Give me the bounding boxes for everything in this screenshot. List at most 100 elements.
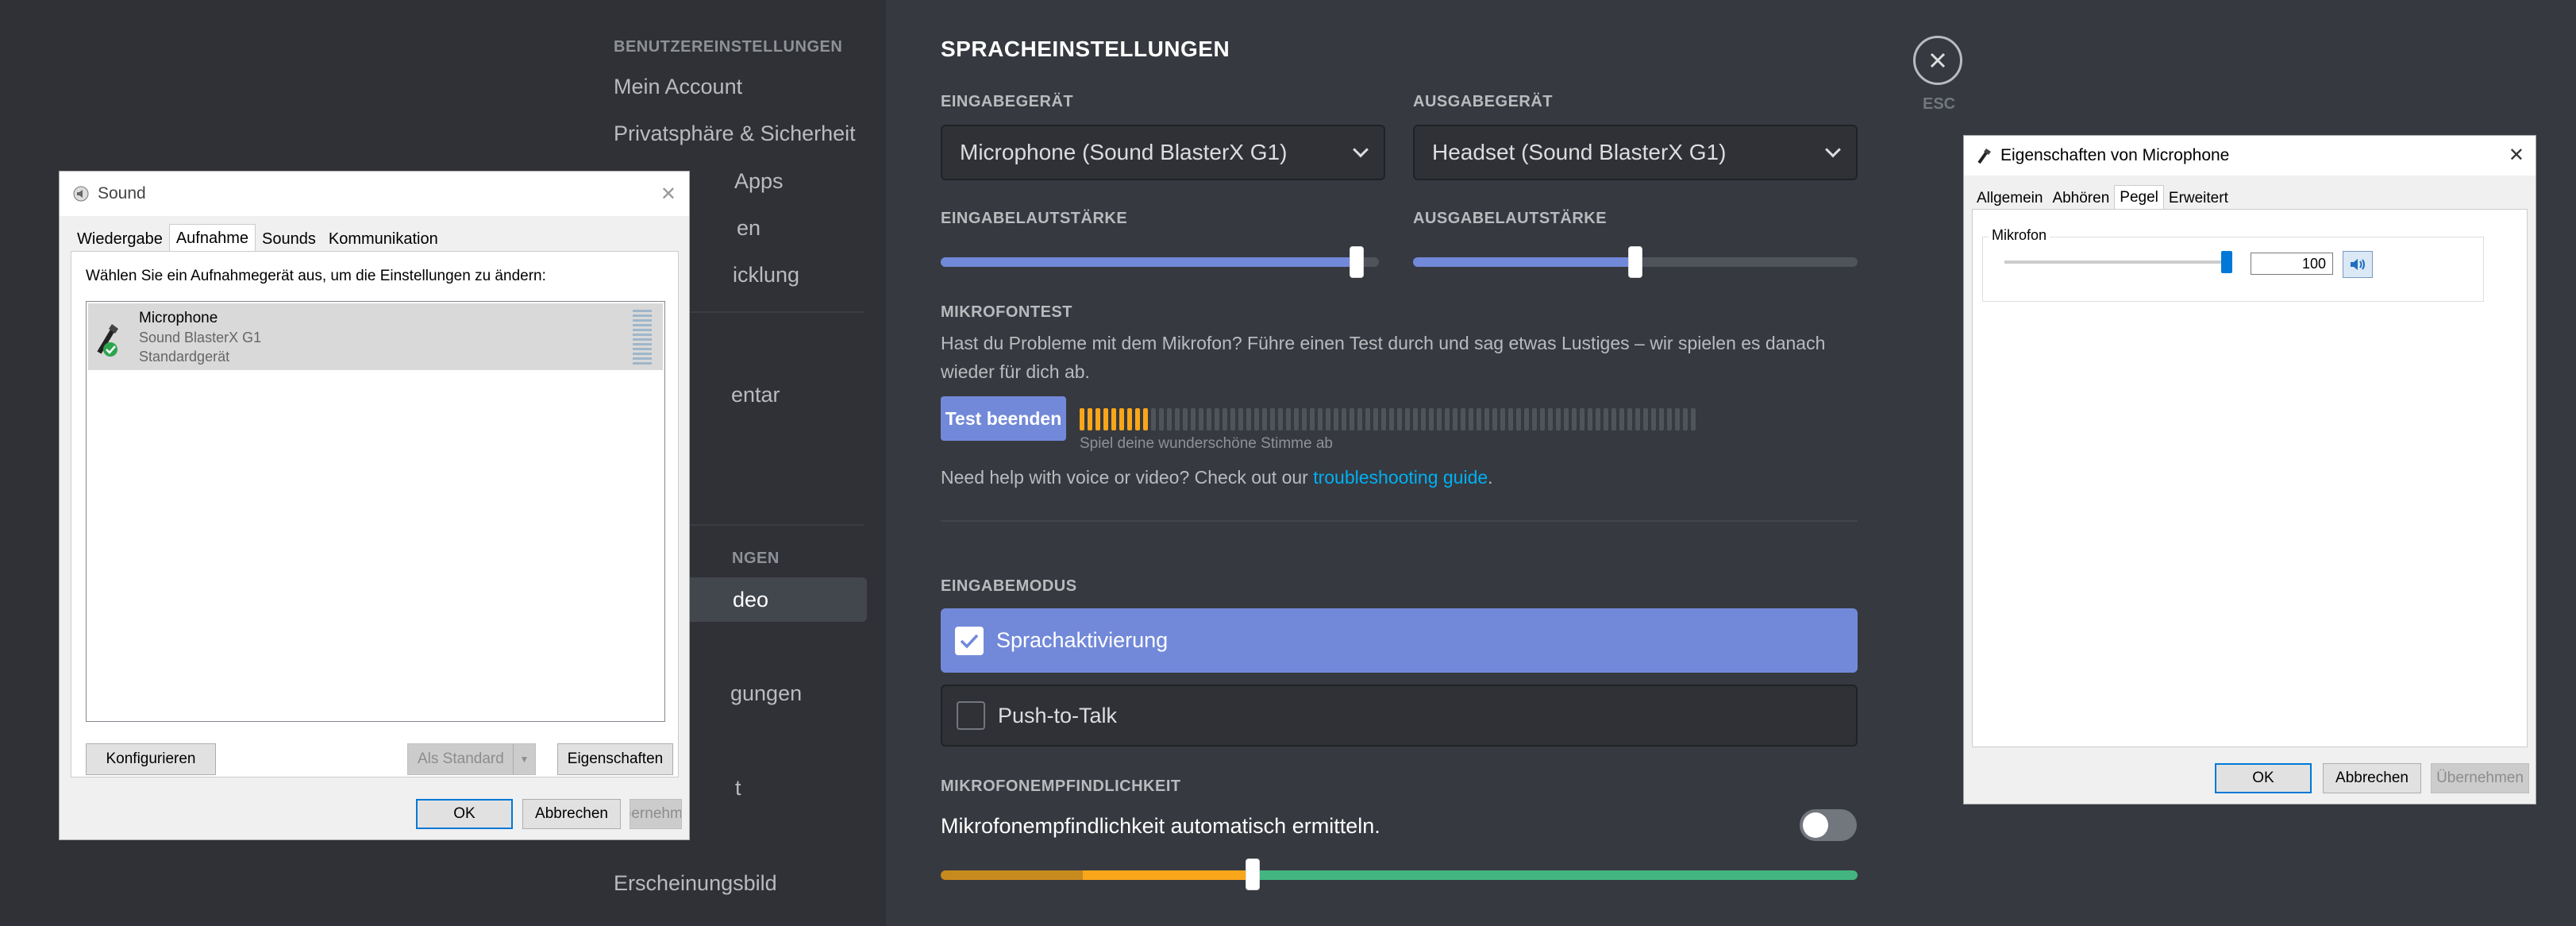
device-row-microphone[interactable]: Microphone Sound BlasterX G1 Standardger… [88,303,663,370]
sidebar-item-notifications[interactable]: gungen [730,681,802,706]
meter-segment [1461,408,1465,430]
meter-segment [1469,408,1473,430]
meter-segment [1619,408,1624,430]
output-volume-label: AUSGABELAUTSTÄRKE [1413,210,1608,227]
section-divider [941,520,1858,522]
mode-push-to-talk[interactable]: Push-to-Talk [941,685,1858,747]
sensitivity-handle[interactable] [1245,858,1260,890]
checkbox-unchecked [957,701,985,730]
sidebar-item-connections[interactable]: en [737,216,760,241]
meter-segment [1572,408,1577,430]
meter-segment [1611,408,1616,430]
sidebar-item-partial[interactable]: entar [731,383,780,407]
output-device-select[interactable]: Headset (Sound BlasterX G1) [1413,125,1858,180]
close-icon[interactable]: ✕ [660,183,676,206]
close-icon [1930,52,1946,68]
chevron-down-icon[interactable]: ▼ [513,744,535,774]
instruction-text: Wählen Sie ein Aufnahmegerät aus, um die… [86,268,546,284]
sidebar-item-developer[interactable]: icklung [733,263,799,287]
output-device-label: AUSGABEGERÄT [1413,93,1554,110]
set-default-label: Als Standard [418,750,504,767]
input-volume-label: EINGABELAUTSTÄRKE [941,210,1128,227]
meter-segment [1627,408,1632,430]
properties-ok-button[interactable]: OK [2215,763,2312,793]
meter-segment [1119,408,1124,430]
tab-advanced[interactable]: Erweitert [2164,185,2233,212]
sidebar-item-privacy-safety[interactable]: Privatsphäre & Sicherheit [614,122,856,146]
mode-voice-activity[interactable]: Sprachaktivierung [941,608,1858,673]
meter-segment [1405,408,1410,430]
apply-button[interactable]: Übernehmen [630,799,682,829]
microphone-level-group [1982,237,2484,302]
meter-segment [1556,408,1561,430]
chevron-down-icon [1353,141,1369,158]
configure-button[interactable]: Konfigurieren [86,743,216,775]
ok-button[interactable]: OK [416,799,513,829]
sensitivity-low-zone [941,870,1084,880]
meter-segment [1500,408,1505,430]
stop-test-button[interactable]: Test beenden [941,396,1066,441]
meter-segment [1278,408,1283,430]
meter-segment [1230,408,1235,430]
toggle-knob [1803,812,1828,838]
properties-cancel-button[interactable]: Abbrechen [2323,763,2421,793]
level-slider-handle[interactable] [2221,251,2232,273]
input-volume-handle[interactable] [1350,246,1365,278]
tab-levels[interactable]: Pegel [2114,185,2164,212]
level-slider[interactable] [2004,260,2227,264]
meter-segment [1540,408,1545,430]
meter-segment [1294,408,1299,430]
meter-segment [1365,408,1370,430]
meter-segment [1389,408,1394,430]
meter-segment [1350,408,1354,430]
sensitivity-label: MIKROFONEMPFINDLICHKEIT [941,777,1181,795]
input-device-value: Microphone (Sound BlasterX G1) [960,140,1288,164]
microphone-icon [97,324,118,357]
set-default-button[interactable]: Als Standard ▼ [407,743,536,775]
sensitivity-auto-toggle[interactable] [1800,809,1857,841]
close-icon[interactable]: ✕ [2509,144,2524,167]
meter-segment [1429,408,1434,430]
cancel-button[interactable]: Abbrechen [522,799,621,829]
properties-titlebar: Eigenschaften von Microphone ✕ [1964,136,2536,176]
meter-segment [1437,408,1442,430]
meter-segment [1207,408,1211,430]
properties-tabs: Allgemein Abhören Pegel Erweitert [1972,185,2233,212]
meter-segment [1548,408,1553,430]
meter-segment [1254,408,1259,430]
input-device-select[interactable]: Microphone (Sound BlasterX G1) [941,125,1385,180]
microphone-group-label: Mikrofon [1989,227,2050,244]
meter-segment [1580,408,1584,430]
tab-listen[interactable]: Abhören [2047,185,2114,212]
sidebar-item-appearance[interactable]: Erscheinungsbild [614,871,777,896]
output-volume-handle[interactable] [1628,246,1642,278]
sidebar-item-my-account[interactable]: Mein Account [614,75,742,99]
meter-segment [1453,408,1457,430]
levels-tab-panel: Mikrofon 100 [1972,209,2528,747]
meter-segment [1080,408,1084,430]
meter-segment [1326,408,1330,430]
close-settings-button[interactable] [1913,36,1962,85]
speaker-icon [2351,259,2365,270]
level-value-input[interactable]: 100 [2251,253,2333,275]
troubleshooting-link[interactable]: troubleshooting guide [1313,467,1488,488]
tab-general[interactable]: Allgemein [1972,185,2047,212]
help-text-prefix: Need help with voice or video? Check out… [941,467,1314,488]
meter-segment [1199,408,1203,430]
meter-segment [1397,408,1402,430]
sidebar-item-authorized-apps[interactable]: Apps [734,169,784,194]
meter-segment [1103,408,1108,430]
mute-button[interactable] [2343,251,2373,278]
meter-segment [1286,408,1291,430]
input-volume-slider[interactable] [941,257,1379,267]
meter-segment [1651,408,1656,430]
properties-apply-button[interactable]: Übernehmen [2431,763,2529,793]
meter-segment [1175,408,1180,430]
input-mode-label: EINGABEMODUS [941,577,1077,595]
microphone-properties-dialog: Eigenschaften von Microphone ✕ Allgemein… [1963,135,2536,804]
help-text-period: . [1488,467,1493,488]
sensitivity-slider[interactable] [941,870,1858,880]
properties-button[interactable]: Eigenschaften [557,743,673,775]
sidebar-item-partial[interactable]: t [735,776,741,801]
speaker-icon [73,186,89,202]
